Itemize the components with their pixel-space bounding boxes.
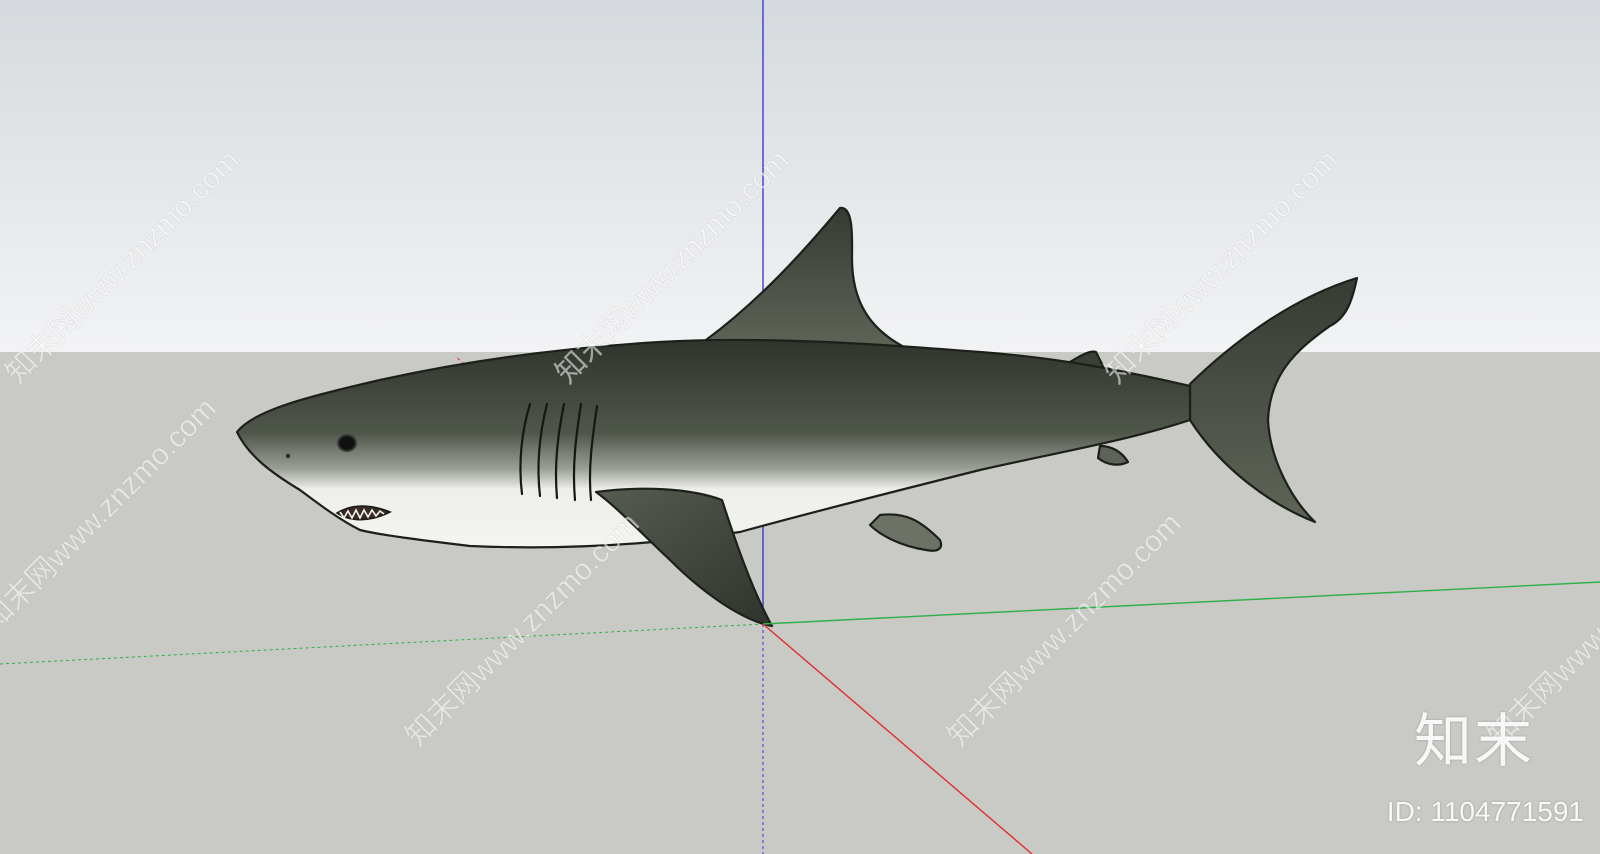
brand-logo: 知末 <box>1413 707 1534 775</box>
shark-nostril <box>285 453 291 459</box>
sketchup-viewport[interactable]: 知末网www.znzmo.com 知末网www.znzmo.com 知末网www… <box>0 0 1600 854</box>
asset-id-label: ID: 1104771591 <box>1386 796 1584 827</box>
shark-eye-icon <box>337 434 357 452</box>
